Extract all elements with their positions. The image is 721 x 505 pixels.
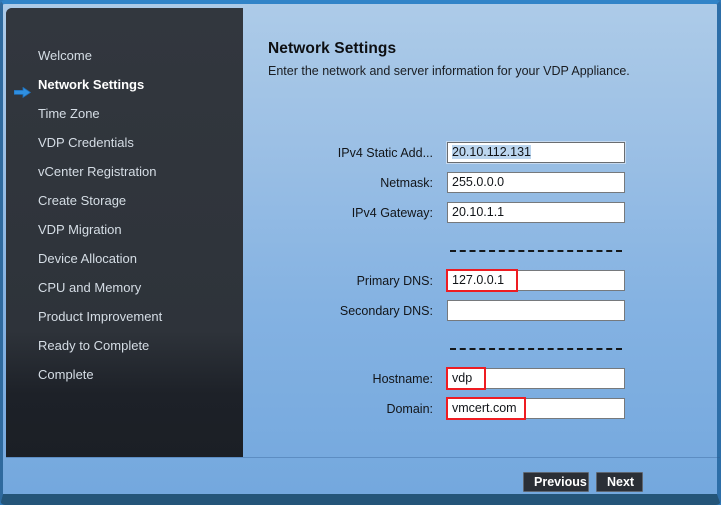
label-ipv4-gateway: IPv4 Gateway:	[351, 206, 433, 220]
input-wrapper-primary-dns: 127.0.0.1	[446, 269, 625, 292]
form-row-netmask: Netmask: 255.0.0.0	[243, 172, 720, 202]
form-row-ipv4-gateway: IPv4 Gateway: 20.10.1.1	[243, 202, 720, 232]
label-netmask: Netmask:	[380, 176, 433, 190]
previous-button[interactable]: Previous	[523, 472, 589, 492]
sidebar-item-label: Network Settings	[38, 77, 145, 92]
sidebar-item-vdp-migration[interactable]: VDP Migration	[6, 215, 243, 244]
label-hostname: Hostname:	[372, 372, 433, 386]
sidebar-item-time-zone[interactable]: Time Zone	[6, 99, 243, 128]
sidebar-item-label: VDP Migration	[38, 222, 122, 237]
label-domain: Domain:	[386, 402, 433, 416]
page-subtitle: Enter the network and server information…	[268, 64, 630, 78]
form-spacer	[243, 261, 720, 270]
sidebar-item-label: vCenter Registration	[38, 164, 157, 179]
panel-divider	[6, 457, 720, 458]
input-value-hostname: vdp	[452, 371, 473, 385]
wizard-footer: Previous Next	[243, 463, 720, 498]
dashed-line	[450, 250, 622, 252]
input-value-netmask: 255.0.0.0	[452, 175, 505, 189]
sidebar-item-vdp-credentials[interactable]: VDP Credentials	[6, 128, 243, 157]
sidebar-item-label: Device Allocation	[38, 251, 137, 266]
input-ipv4-static-add[interactable]: 20.10.112.131	[447, 142, 625, 163]
page-title: Network Settings	[268, 40, 397, 57]
form-row-domain: Domain: vmcert.com	[243, 397, 720, 428]
input-value-ipv4-gateway: 20.10.1.1	[452, 205, 505, 219]
sidebar-item-label: Ready to Complete	[38, 338, 150, 353]
sidebar-item-label: Product Improvement	[38, 309, 163, 324]
input-secondary-dns[interactable]	[447, 300, 625, 321]
main-content-panel: Network Settings Enter the network and s…	[243, 8, 720, 498]
dashed-line	[450, 348, 622, 350]
input-wrapper-netmask: 255.0.0.0	[447, 172, 625, 193]
input-value-domain: vmcert.com	[452, 401, 517, 415]
form-section-separator	[243, 339, 720, 359]
input-value-primary-dns: 127.0.0.1	[452, 273, 505, 287]
wizard-step-list: Welcome Network Settings Time Zone VDP Cred…	[6, 41, 243, 389]
input-hostname[interactable]: vdp	[447, 368, 625, 389]
form-spacer	[243, 232, 720, 241]
sidebar-item-network-settings[interactable]: Network Settings	[6, 70, 243, 99]
label-secondary-dns: Secondary DNS:	[339, 304, 433, 318]
sidebar-item-vcenter-registration[interactable]: vCenter Registration	[6, 157, 243, 186]
network-settings-form: IPv4 Static Add... 20.10.112.131 Netmask: 2…	[243, 142, 720, 428]
label-ipv4-static-add: IPv4 Static Add...	[337, 146, 433, 160]
sidebar-item-label: Complete	[38, 367, 94, 382]
label-primary-dns: Primary DNS:	[356, 274, 433, 288]
input-wrapper-secondary-dns	[447, 300, 625, 321]
next-button[interactable]: Next	[596, 472, 643, 492]
form-spacer	[243, 330, 720, 339]
window-frame: Welcome Network Settings Time Zone VDP Cred…	[0, 0, 721, 505]
input-wrapper-ipv4-static-add: 20.10.112.131	[447, 142, 625, 163]
input-wrapper-hostname: vdp	[446, 367, 625, 390]
sidebar-item-label: Time Zone	[38, 106, 100, 121]
arrow-right-icon	[13, 79, 32, 99]
input-primary-dns[interactable]: 127.0.0.1	[447, 270, 625, 291]
sidebar-item-label: Welcome	[38, 48, 92, 63]
form-spacer	[243, 359, 720, 368]
sidebar-item-create-storage[interactable]: Create Storage	[6, 186, 243, 215]
input-ipv4-gateway[interactable]: 20.10.1.1	[447, 202, 625, 223]
form-row-hostname: Hostname: vdp	[243, 367, 720, 398]
form-row-secondary-dns: Secondary DNS:	[243, 300, 720, 330]
sidebar-item-label: VDP Credentials	[38, 135, 134, 150]
input-wrapper-ipv4-gateway: 20.10.1.1	[447, 202, 625, 223]
form-row-primary-dns: Primary DNS: 127.0.0.1	[243, 269, 720, 300]
vdp-configuration-window: Welcome Network Settings Time Zone VDP Cred…	[0, 0, 721, 505]
sidebar-item-cpu-and-memory[interactable]: CPU and Memory	[6, 273, 243, 302]
sidebar-item-label: CPU and Memory	[38, 280, 142, 295]
form-row-ipv4-static-add: IPv4 Static Add... 20.10.112.131	[243, 142, 720, 172]
sidebar-item-welcome[interactable]: Welcome	[6, 41, 243, 70]
sidebar-item-ready-to-complete[interactable]: Ready to Complete	[6, 331, 243, 360]
wizard-sidebar: Welcome Network Settings Time Zone VDP Cred…	[6, 8, 243, 457]
sidebar-item-complete[interactable]: Complete	[6, 360, 243, 389]
input-wrapper-domain: vmcert.com	[446, 397, 625, 420]
form-section-separator	[243, 241, 720, 261]
sidebar-item-device-allocation[interactable]: Device Allocation	[6, 244, 243, 273]
input-netmask[interactable]: 255.0.0.0	[447, 172, 625, 193]
input-domain[interactable]: vmcert.com	[447, 398, 625, 419]
sidebar-item-label: Create Storage	[38, 193, 127, 208]
input-value-ipv4-static-add: 20.10.112.131	[452, 145, 532, 159]
sidebar-item-product-improvement[interactable]: Product Improvement	[6, 302, 243, 331]
